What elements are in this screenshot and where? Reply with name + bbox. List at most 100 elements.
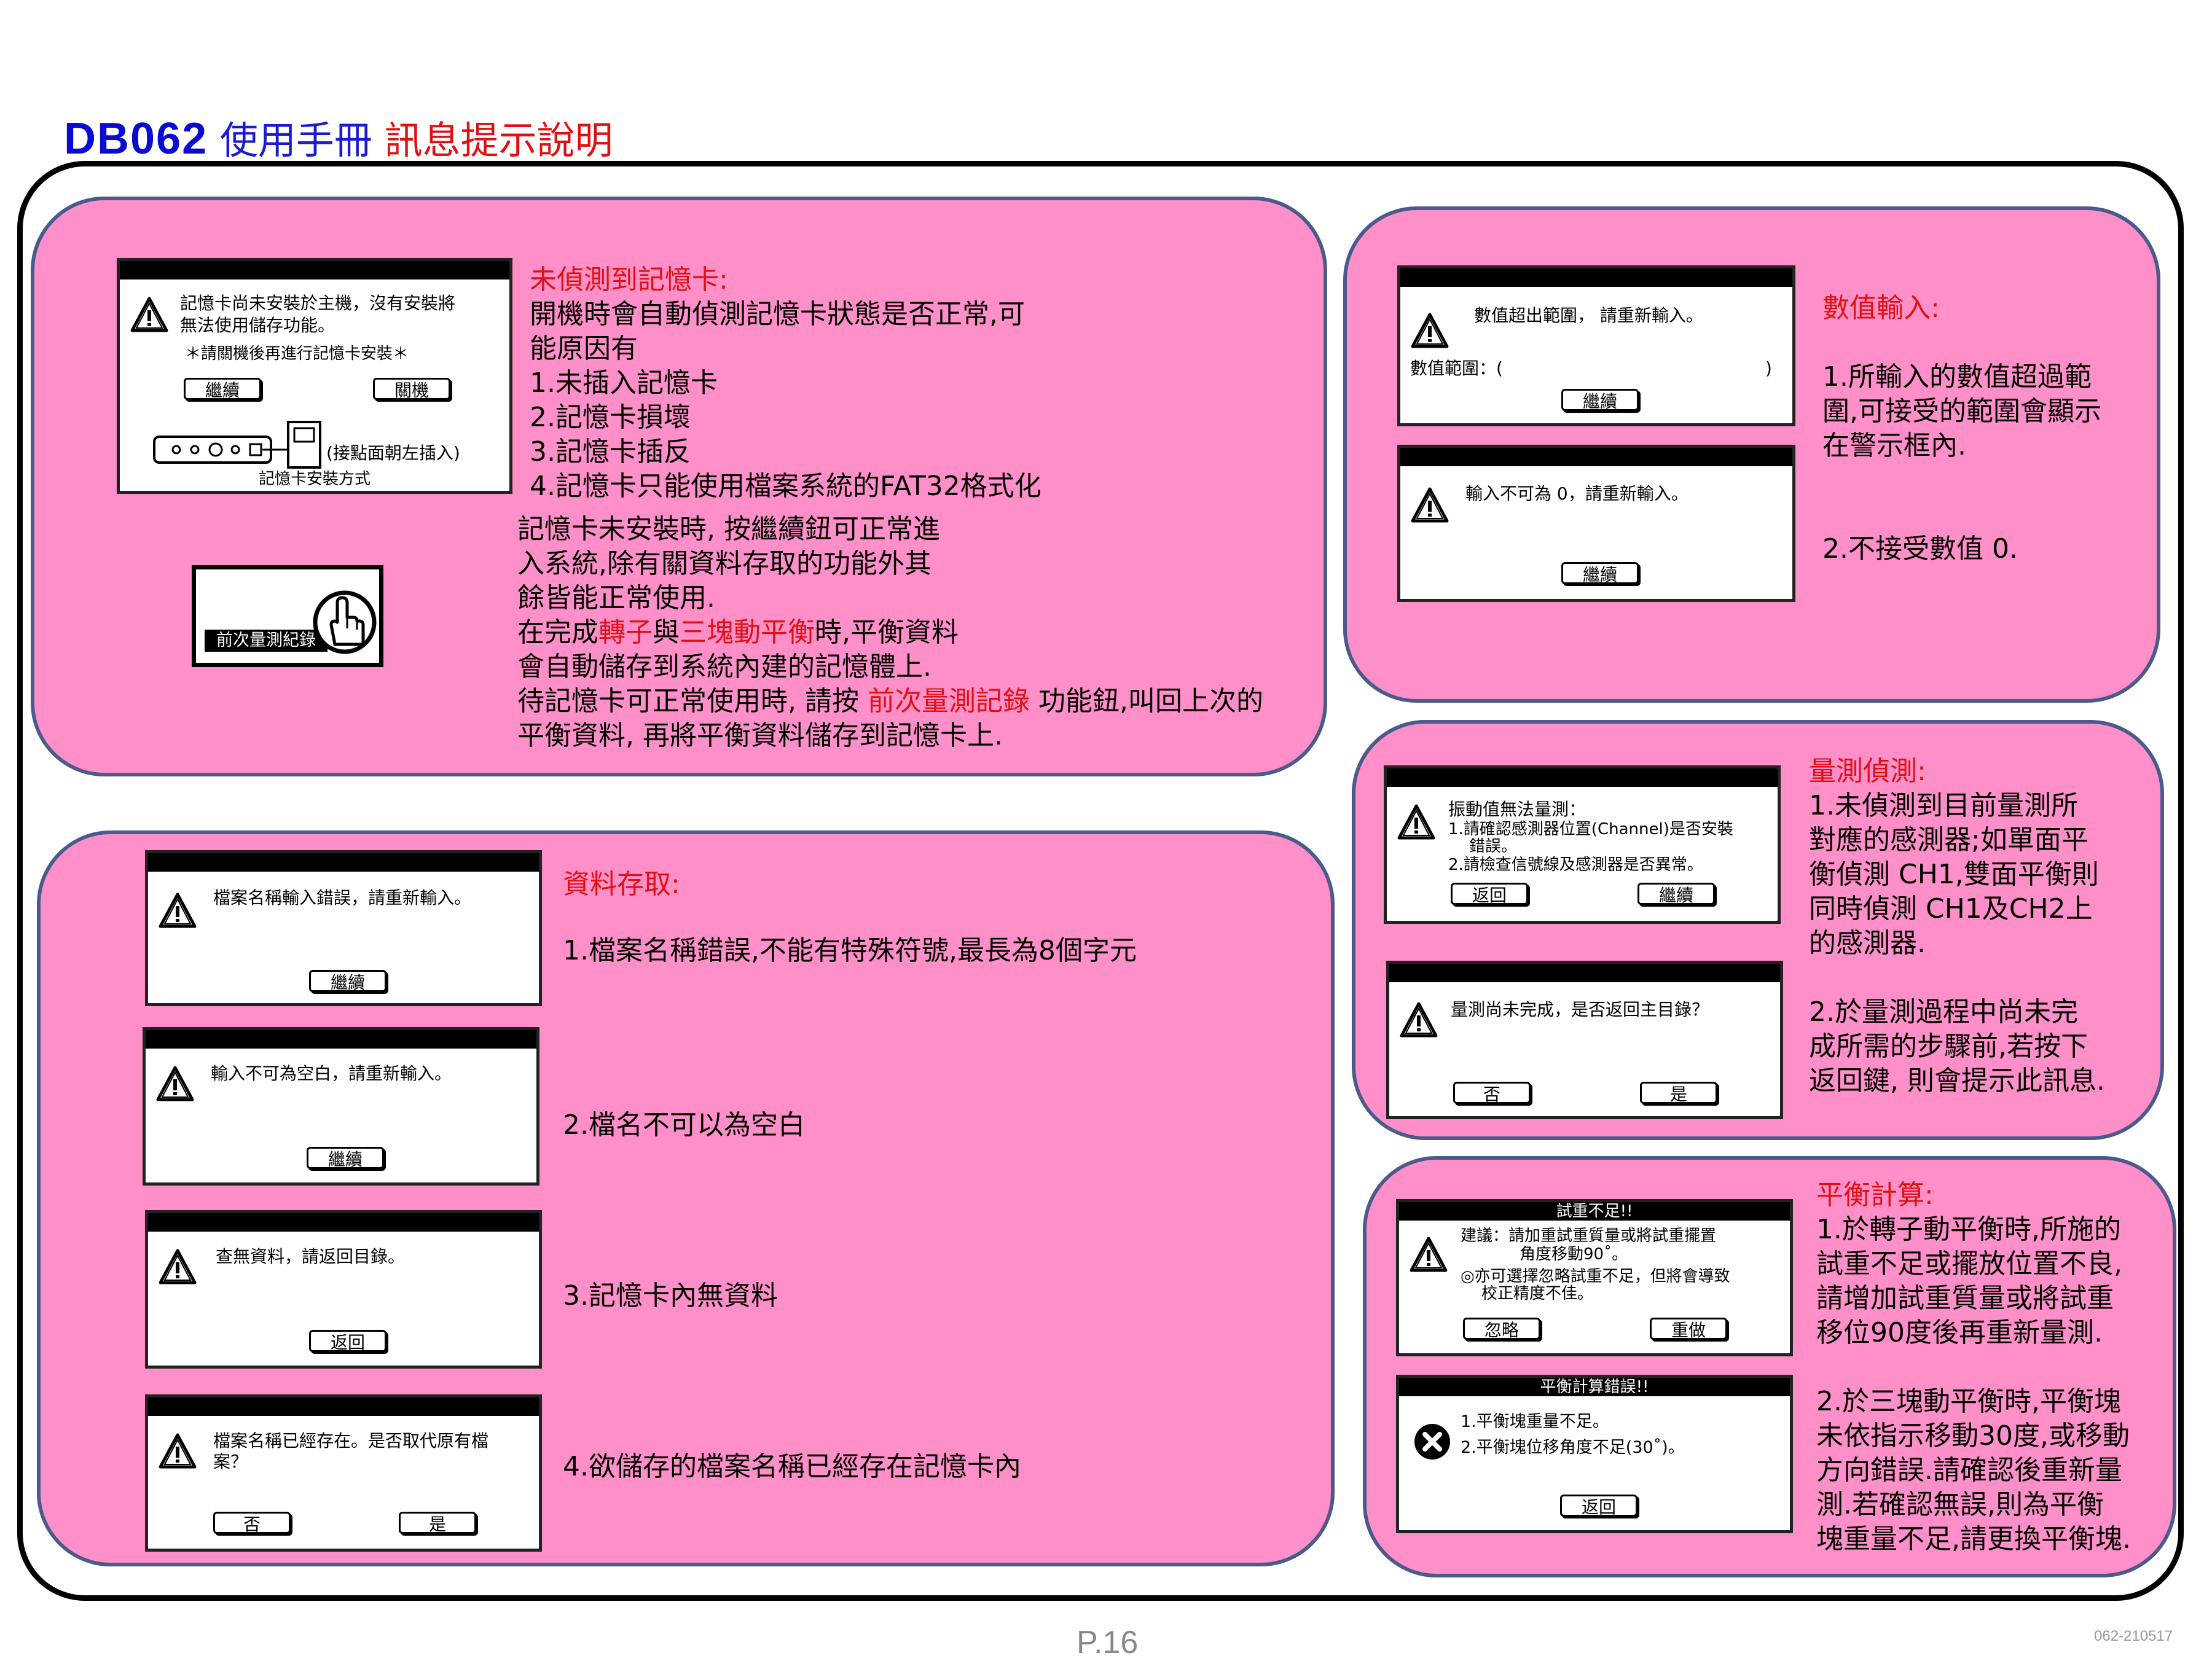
detection-text: 成所需的步驟前,若按下 [1809, 1031, 2088, 1062]
no-data-dialog: 查無資料，請返回目錄。 返回 [145, 1210, 542, 1369]
prev-record-button-image: 前次量測紀錄 [192, 565, 383, 667]
page-title: DB062 使用手冊 訊息提示說明 [64, 109, 613, 165]
dialog-title-bar [1389, 964, 1780, 982]
continue-button[interactable]: 繼續 [1637, 883, 1715, 905]
dialog-title-bar: 試重不足!! [1399, 1202, 1790, 1221]
balance-text: 移位90度後再重新量測. [1816, 1317, 2103, 1348]
vibration-error-dialog: 振動值無法量測： 1.請確認感測器位置(Channel)是否安裝 錯誤。 2.請… [1384, 765, 1781, 924]
ignore-button[interactable]: 忽略 [1463, 1318, 1540, 1340]
balance-text: 塊重量不足,請更換平衡塊. [1816, 1523, 2131, 1555]
detection-text: 2.於量測過程中尚未完 [1809, 996, 2078, 1028]
model-name: DB062 [64, 114, 208, 163]
dialog-title-bar [146, 1030, 536, 1049]
dialog-line: ◎亦可選擇忽略試重不足，但將會導致 [1461, 1267, 1730, 1286]
detection-text: 對應的感測器;如單面平 [1809, 824, 2088, 856]
dialog-message: 檔案名稱輸入錯誤，請重新輸入。 [213, 888, 472, 908]
memory-card-line: 4.記憶卡只能使用檔案系統的FAT32格式化 [530, 471, 1041, 502]
memory-card-line: 開機時會自動偵測記憶卡狀態是否正常,可 [530, 299, 1025, 330]
dialog-message: 數值超出範圍， 請重新輸入。 [1474, 305, 1703, 326]
dialog-line: 2.平衡塊位移角度不足(30˚)。 [1461, 1438, 1685, 1457]
balance-text: 2.於三塊動平衡時,平衡塊 [1816, 1386, 2121, 1417]
out-of-range-dialog: 數值超出範圍， 請重新輸入。 數值範圍：( ) 繼續 [1397, 265, 1795, 426]
continue-button[interactable]: 繼續 [1561, 562, 1639, 585]
dialog-title-bar [148, 1213, 539, 1232]
detection-text: 的感測器. [1809, 928, 1926, 959]
numeric-text: 圍,可接受的範圍會顯示 [1822, 396, 2101, 427]
detection-text: 衡偵測 CH1,雙面平衡則 [1809, 859, 2099, 890]
back-button[interactable]: 返回 [1560, 1495, 1637, 1517]
continue-button[interactable]: 繼續 [184, 378, 261, 401]
incomplete-measurement-dialog: 量測尚未完成，是否返回主目錄？ 否 是 [1386, 961, 1783, 1119]
trial-weight-dialog: 試重不足!! 建議：請加重試重質量或將試重擺置 角度移動90˚。 ◎亦可選擇忽略… [1396, 1199, 1793, 1356]
data-access-desc: 1.檔案名稱錯誤,不能有特殊符號,最長為8個字元 [563, 935, 1137, 966]
warning-icon [158, 1248, 197, 1287]
memory-card-body: 平衡資料, 再將平衡資料儲存到記憶卡上. [517, 720, 1003, 751]
warning-icon [1399, 1001, 1438, 1040]
zero-input-dialog: 輸入不可為 0，請重新輸入。 繼續 [1397, 445, 1795, 602]
dialog-title-bar [1400, 268, 1792, 287]
no-button[interactable]: 否 [213, 1512, 291, 1534]
dialog-title-bar [148, 1397, 539, 1416]
dialog-message: 輸入不可為 0，請重新輸入。 [1465, 483, 1688, 504]
memory-card-dialog: 記憶卡尚未安裝於主機，沒有安裝將 無法使用儲存功能。 ＊請關機後再進行記憶卡安裝… [117, 258, 512, 494]
numeric-text: 2.不接受數值 0. [1822, 533, 2018, 565]
numeric-text: 1.所輸入的數值超過範 [1822, 361, 2092, 393]
file-exists-dialog: 檔案名稱已經存在。是否取代原有檔 案？ 否 是 [145, 1394, 542, 1552]
install-caption: 記憶卡安裝方式 [259, 470, 371, 488]
manual-label: 使用手冊 [219, 118, 372, 163]
warning-icon [158, 1432, 197, 1471]
hand-pointer-icon [313, 590, 377, 654]
dialog-title-text: 振動值無法量測： [1448, 799, 1586, 819]
memory-card-body: 在完成轉子與三塊動平衡時,平衡資料 [517, 617, 959, 648]
memory-card-line: 1.未插入記憶卡 [530, 367, 718, 399]
dialog-message: 輸入不可為空白，請重新輸入。 [211, 1063, 452, 1084]
memory-card-line: 3.記憶卡插反 [530, 436, 691, 467]
memory-card-line: 2.記憶卡損壞 [530, 402, 691, 433]
balance-text: 試重不足或擺放位置不良, [1816, 1248, 2122, 1280]
dialog-line: 角度移動90˚。 [1520, 1245, 1628, 1264]
warning-icon [1410, 311, 1449, 351]
dialog-message: 查無資料，請返回目錄。 [216, 1246, 406, 1267]
detection-text: 同時偵測 CH1及CH2上 [1809, 893, 2093, 924]
memory-card-heading: 未偵測到記憶卡: [530, 264, 728, 295]
back-button[interactable]: 返回 [309, 1330, 386, 1353]
warning-icon [1410, 486, 1449, 525]
dialog-title-bar [148, 853, 539, 872]
numeric-heading: 數值輸入: [1822, 292, 1940, 324]
continue-button[interactable]: 繼續 [307, 1147, 384, 1170]
continue-button[interactable]: 繼續 [309, 970, 386, 993]
yes-button[interactable]: 是 [399, 1512, 476, 1534]
continue-button[interactable]: 繼續 [1561, 389, 1639, 412]
redo-button[interactable]: 重做 [1650, 1318, 1727, 1340]
page-number: P.16 [1077, 1625, 1139, 1660]
dialog-line: 錯誤。 [1469, 837, 1518, 856]
data-access-desc: 4.欲儲存的檔案名稱已經存在記憶卡內 [563, 1451, 1021, 1482]
balance-error-dialog: 平衡計算錯誤!! 1.平衡塊重量不足。 2.平衡塊位移角度不足(30˚)。 返回 [1396, 1375, 1793, 1533]
warning-icon [1397, 803, 1436, 842]
memory-card-body: 記憶卡未安裝時, 按繼續鈕可正常進 [517, 514, 940, 545]
balance-text: 測.若確認無誤,則為平衡 [1816, 1489, 2104, 1520]
prev-record-label: 前次量測紀錄 [205, 630, 327, 652]
memory-card-body: 入系統,除有關資料存取的功能外其 [517, 548, 931, 579]
numeric-text: 在警示框內. [1822, 430, 1966, 461]
warning-icon [1409, 1235, 1448, 1275]
balance-text: 1.於轉子動平衡時,所施的 [1816, 1214, 2121, 1245]
dialog-line: 校正精度不佳。 [1481, 1284, 1594, 1303]
balance-text: 未依指示移動30度,或移動 [1816, 1420, 2130, 1452]
back-button[interactable]: 返回 [1451, 883, 1528, 905]
warning-icon [155, 1065, 195, 1104]
data-access-desc: 3.記憶卡內無資料 [563, 1280, 778, 1311]
dialog-title-bar: 平衡計算錯誤!! [1399, 1378, 1790, 1396]
balance-text: 方向錯誤.請確認後重新量 [1816, 1455, 2122, 1486]
yes-button[interactable]: 是 [1640, 1082, 1717, 1104]
memory-card-body: 餘皆能正常使用. [517, 582, 715, 614]
shutdown-button[interactable]: 關機 [373, 378, 450, 401]
no-button[interactable]: 否 [1453, 1082, 1531, 1104]
dialog-line: 2.請檢查信號線及感測器是否異常。 [1448, 856, 1703, 874]
memory-card-line: 能原因有 [530, 333, 638, 364]
balance-text: 請增加試重質量或將試重 [1816, 1283, 2114, 1314]
range-label: 數值範圍：( [1410, 358, 1503, 378]
dialog-message: 量測尚未完成，是否返回主目錄？ [1451, 999, 1709, 1020]
dialog-line: 1.請確認感測器位置(Channel)是否安裝 [1448, 820, 1733, 838]
detection-text: 返回鍵, 則會提示此訊息. [1809, 1065, 2105, 1096]
